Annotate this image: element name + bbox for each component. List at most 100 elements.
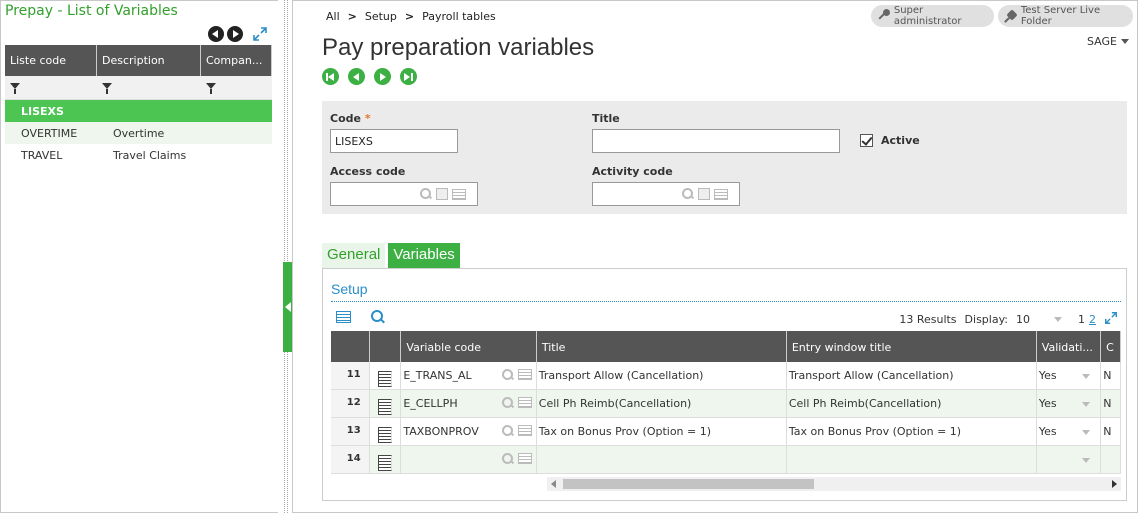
active-checkbox[interactable] <box>860 134 873 147</box>
chevron-down-icon[interactable] <box>1082 430 1091 435</box>
search-icon[interactable] <box>501 369 514 381</box>
row-detail-cell[interactable] <box>370 418 402 445</box>
scroll-right-icon[interactable] <box>1112 480 1117 488</box>
expand-icon[interactable] <box>1104 311 1118 325</box>
validation-cell[interactable]: Yes <box>1037 390 1102 417</box>
detail-icon[interactable] <box>517 397 532 408</box>
horizontal-scrollbar[interactable] <box>547 477 1121 491</box>
search-icon[interactable] <box>420 188 432 200</box>
list-item[interactable]: LISEXS <box>5 100 272 122</box>
entry-window-title-cell[interactable]: Transport Allow (Cancellation) <box>787 362 1037 389</box>
table-row[interactable]: 12 E_CELLPH Cell Ph Reimb(Cancellation) … <box>331 390 1121 418</box>
list-item[interactable]: TRAVEL Travel Claims <box>5 144 272 166</box>
folder-button[interactable]: Test Server Live Folder <box>998 5 1133 27</box>
search-icon[interactable] <box>501 397 514 409</box>
column-header-validation[interactable]: Validati... <box>1037 331 1102 362</box>
detail-icon[interactable] <box>378 371 392 387</box>
title-cell[interactable]: Cell Ph Reimb(Cancellation) <box>537 390 787 417</box>
variable-code-cell[interactable]: E_TRANS_AL <box>401 362 537 389</box>
filter-icon[interactable] <box>10 83 20 94</box>
breadcrumb-payroll-tables[interactable]: Payroll tables <box>422 10 496 23</box>
validation-cell[interactable]: Yes <box>1037 362 1102 389</box>
column-header-variable-code[interactable]: Variable code <box>401 331 537 362</box>
tab-general[interactable]: General <box>322 243 386 268</box>
scroll-left-icon[interactable] <box>551 480 556 488</box>
table-row[interactable]: 13 TAXBONPROV Tax on Bonus Prov (Option … <box>331 418 1121 446</box>
filter-cell[interactable] <box>201 76 272 99</box>
detail-icon[interactable] <box>452 188 466 200</box>
chevron-down-icon[interactable] <box>1082 458 1091 463</box>
column-header-liste-code[interactable]: Liste code <box>5 45 97 76</box>
row-number: 13 <box>331 418 370 445</box>
c-cell[interactable] <box>1101 446 1121 473</box>
display-label: Display: <box>964 313 1008 326</box>
panel-divider[interactable] <box>284 0 288 513</box>
title-cell[interactable]: Transport Allow (Cancellation) <box>537 362 787 389</box>
detail-icon[interactable] <box>336 311 351 323</box>
entry-window-title-cell[interactable]: Cell Ph Reimb(Cancellation) <box>787 390 1037 417</box>
row-detail-cell[interactable] <box>370 446 402 473</box>
scrollbar-thumb[interactable] <box>563 479 814 489</box>
validation-cell[interactable]: Yes <box>1037 418 1102 445</box>
title-cell[interactable] <box>537 446 787 473</box>
previous-icon[interactable] <box>208 26 224 42</box>
detail-icon[interactable] <box>378 455 392 471</box>
entry-window-title-cell[interactable] <box>787 446 1037 473</box>
sage-menu-label: SAGE <box>1087 35 1117 48</box>
first-record-icon[interactable] <box>322 68 339 85</box>
sage-menu[interactable]: SAGE <box>1087 35 1129 48</box>
column-header-title[interactable]: Title <box>537 331 787 362</box>
tab-variables[interactable]: Variables <box>388 243 460 268</box>
column-header-company[interactable]: Compan... <box>201 45 272 76</box>
chevron-down-icon[interactable] <box>1082 402 1091 407</box>
column-header-c[interactable]: C <box>1101 331 1121 362</box>
display-select[interactable]: 10 <box>1016 313 1046 326</box>
filter-cell[interactable] <box>5 76 97 99</box>
detail-icon[interactable] <box>714 188 728 200</box>
validation-cell[interactable] <box>1037 446 1102 473</box>
column-header-entry-window-title[interactable]: Entry window title <box>787 331 1037 362</box>
filter-icon[interactable] <box>102 83 112 94</box>
table-row[interactable]: 11 E_TRANS_AL Transport Allow (Cancellat… <box>331 362 1121 390</box>
c-cell[interactable]: N <box>1101 418 1121 445</box>
variable-code-cell[interactable] <box>401 446 537 473</box>
page-next-link[interactable]: 2 <box>1089 313 1096 326</box>
filter-cell[interactable] <box>97 76 201 99</box>
row-detail-cell[interactable] <box>370 362 402 389</box>
c-cell[interactable]: N <box>1101 390 1121 417</box>
next-record-icon[interactable] <box>374 68 391 85</box>
jump-to-icon[interactable] <box>436 188 448 200</box>
table-row[interactable]: 14 <box>331 446 1121 474</box>
entry-window-title-cell[interactable]: Tax on Bonus Prov (Option = 1) <box>787 418 1037 445</box>
expand-icon[interactable] <box>252 26 268 42</box>
jump-to-icon[interactable] <box>698 188 710 200</box>
detail-icon[interactable] <box>378 427 392 443</box>
detail-icon[interactable] <box>517 425 532 436</box>
variable-code-cell[interactable]: TAXBONPROV <box>401 418 537 445</box>
variable-code-cell[interactable]: E_CELLPH <box>401 390 537 417</box>
search-icon[interactable] <box>682 188 694 200</box>
search-icon[interactable] <box>501 425 514 437</box>
chevron-down-icon[interactable] <box>1054 317 1062 322</box>
breadcrumb-setup[interactable]: Setup <box>365 10 397 23</box>
detail-icon[interactable] <box>378 399 392 415</box>
search-icon[interactable] <box>371 310 385 324</box>
search-icon[interactable] <box>501 453 514 465</box>
title-field[interactable] <box>592 129 840 153</box>
required-marker: * <box>364 112 371 125</box>
detail-icon[interactable] <box>517 369 532 380</box>
previous-record-icon[interactable] <box>348 68 365 85</box>
filter-icon[interactable] <box>206 83 216 94</box>
list-item[interactable]: OVERTIME Overtime <box>5 122 272 144</box>
next-icon[interactable] <box>227 26 243 42</box>
code-field[interactable]: LISEXS <box>330 129 458 153</box>
column-header-description[interactable]: Description <box>97 45 201 76</box>
detail-icon[interactable] <box>517 453 532 464</box>
user-button[interactable]: Super administrator <box>871 5 994 27</box>
c-cell[interactable]: N <box>1101 362 1121 389</box>
last-record-icon[interactable] <box>400 68 417 85</box>
row-detail-cell[interactable] <box>370 390 402 417</box>
title-cell[interactable]: Tax on Bonus Prov (Option = 1) <box>537 418 787 445</box>
chevron-down-icon[interactable] <box>1082 374 1091 379</box>
breadcrumb-all[interactable]: All <box>326 10 340 23</box>
